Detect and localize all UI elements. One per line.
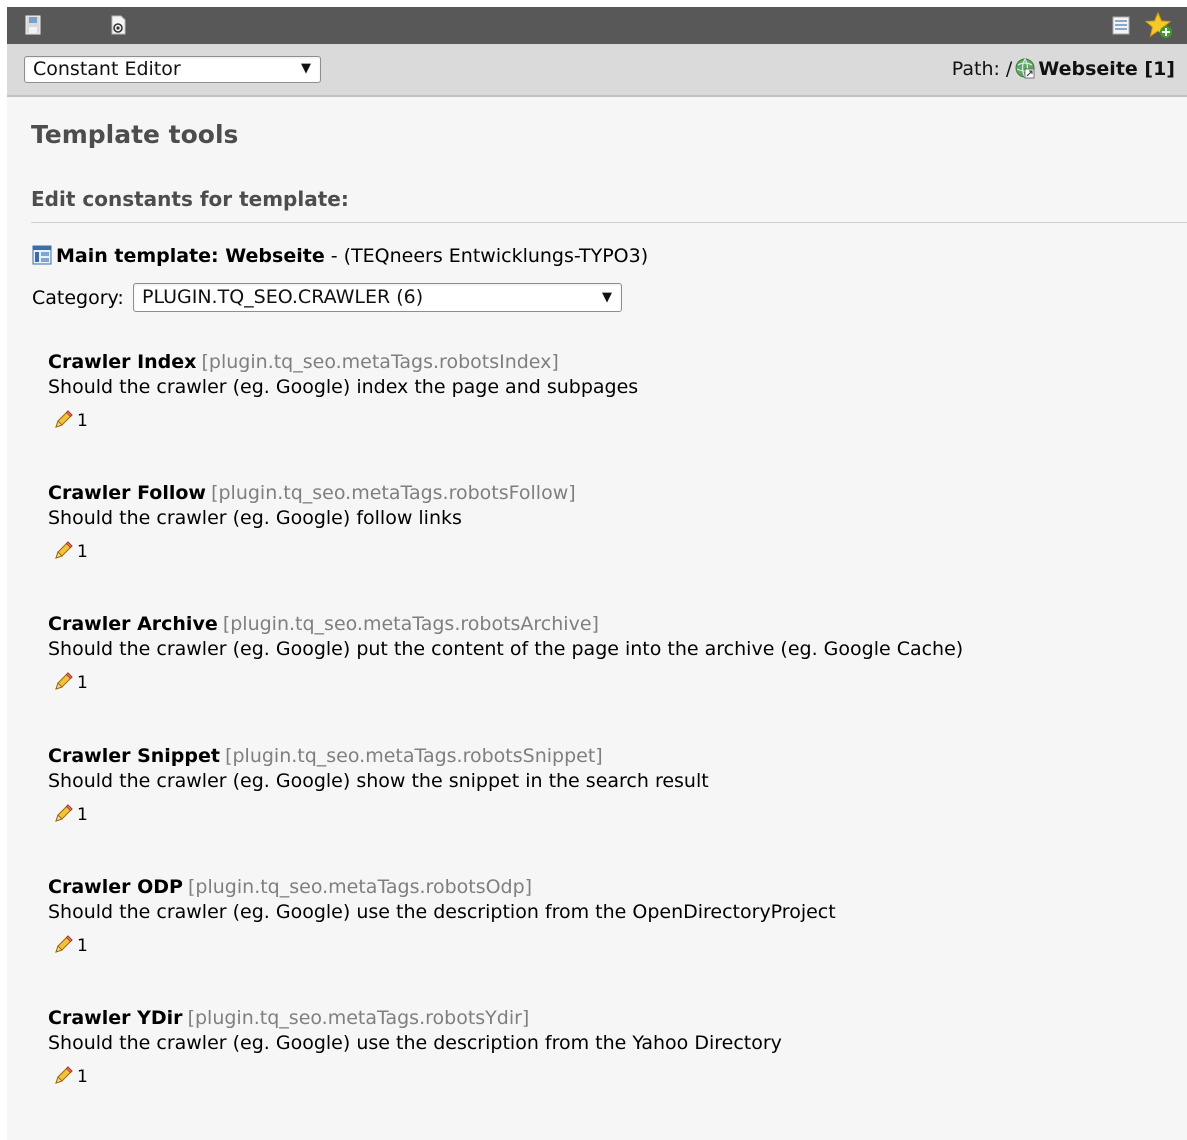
constant-name: Crawler YDir xyxy=(48,1007,183,1029)
constant-item: Crawler YDir [plugin.tq_seo.metaTags.rob… xyxy=(48,1007,782,1087)
constant-key: [plugin.tq_seo.metaTags.robotsSnippet] xyxy=(225,745,603,767)
constant-value-text: 1 xyxy=(77,805,88,825)
constant-name: Crawler Archive xyxy=(48,613,218,635)
constant-item: Crawler Follow [plugin.tq_seo.metaTags.r… xyxy=(48,482,576,562)
constant-description: Should the crawler (eg. Google) use the … xyxy=(48,901,836,923)
constant-description: Should the crawler (eg. Google) index th… xyxy=(48,376,639,398)
constant-description: Should the crawler (eg. Google) put the … xyxy=(48,638,964,660)
pencil-edit-icon[interactable] xyxy=(53,802,75,824)
module-frame: Constant Editor ▼ Path: / Webseite [1] T… xyxy=(7,7,1187,1140)
constant-key: [plugin.tq_seo.metaTags.robotsIndex] xyxy=(201,351,559,373)
constant-name: Crawler ODP xyxy=(48,876,183,898)
breadcrumb: Path: / Webseite [1] xyxy=(952,57,1175,80)
divider xyxy=(31,222,1187,223)
constant-value-text: 1 xyxy=(77,542,88,562)
constant-value-text: 1 xyxy=(77,673,88,693)
template-name: Main template: Webseite xyxy=(56,245,325,267)
constant-item: Crawler Snippet [plugin.tq_seo.metaTags.… xyxy=(48,745,709,825)
constant-description: Should the crawler (eg. Google) follow l… xyxy=(48,507,462,529)
constant-value[interactable]: 1 xyxy=(53,802,709,825)
constant-name: Crawler Follow xyxy=(48,482,206,504)
template-icon xyxy=(32,245,52,265)
constant-value[interactable]: 1 xyxy=(53,1064,782,1087)
template-info: Main template: Webseite - (TEQneers Entw… xyxy=(32,245,648,267)
constant-description: Should the crawler (eg. Google) show the… xyxy=(48,770,709,792)
list-icon[interactable] xyxy=(1109,13,1133,37)
doc-header: Constant Editor ▼ Path: / Webseite [1] xyxy=(7,44,1187,97)
constant-key: [plugin.tq_seo.metaTags.robotsOdp] xyxy=(188,876,533,898)
function-select-value: Constant Editor xyxy=(33,58,181,80)
category-select[interactable]: PLUGIN.TQ_SEO.CRAWLER (6) ▼ xyxy=(133,283,622,312)
constant-value[interactable]: 1 xyxy=(53,933,836,956)
dropdown-arrow-icon: ▼ xyxy=(602,290,612,305)
constant-value-text: 1 xyxy=(77,936,88,956)
pencil-edit-icon[interactable] xyxy=(53,933,75,955)
constant-name: Crawler Snippet xyxy=(48,745,220,767)
top-toolbar xyxy=(7,7,1187,44)
page-title: Template tools xyxy=(31,120,239,149)
constant-value[interactable]: 1 xyxy=(53,539,576,562)
category-select-value: PLUGIN.TQ_SEO.CRAWLER (6) xyxy=(142,286,424,308)
add-bookmark-star-icon[interactable] xyxy=(1145,11,1173,39)
pencil-edit-icon[interactable] xyxy=(53,670,75,692)
constant-item: Crawler Archive [plugin.tq_seo.metaTags.… xyxy=(48,613,963,693)
globe-page-icon xyxy=(1015,58,1035,79)
pencil-edit-icon[interactable] xyxy=(53,1064,75,1086)
function-select[interactable]: Constant Editor ▼ xyxy=(24,56,321,83)
pencil-edit-icon[interactable] xyxy=(53,408,75,430)
pencil-edit-icon[interactable] xyxy=(53,539,75,561)
constant-item: Crawler Index [plugin.tq_seo.metaTags.ro… xyxy=(48,351,638,431)
view-page-icon[interactable] xyxy=(106,13,130,37)
constant-value-text: 1 xyxy=(77,1067,88,1087)
category-label: Category: xyxy=(32,287,124,309)
constant-description: Should the crawler (eg. Google) use the … xyxy=(48,1032,782,1054)
constant-key: [plugin.tq_seo.metaTags.robotsYdir] xyxy=(187,1007,530,1029)
save-icon[interactable] xyxy=(21,13,45,37)
dropdown-arrow-icon: ▼ xyxy=(301,61,311,76)
path-page-link[interactable]: Webseite [1] xyxy=(1038,58,1175,80)
constant-key: [plugin.tq_seo.metaTags.robotsArchive] xyxy=(222,613,599,635)
constant-value[interactable]: 1 xyxy=(53,670,963,693)
constant-value-text: 1 xyxy=(77,411,88,431)
path-label: Path: / xyxy=(951,58,1013,80)
constant-value[interactable]: 1 xyxy=(53,408,638,431)
constant-key: [plugin.tq_seo.metaTags.robotsFollow] xyxy=(211,482,576,504)
section-heading: Edit constants for template: xyxy=(31,187,349,211)
constant-item: Crawler ODP [plugin.tq_seo.metaTags.robo… xyxy=(48,876,836,956)
template-suffix: - (TEQneers Entwicklungs-TYPO3) xyxy=(324,245,649,267)
constant-name: Crawler Index xyxy=(48,351,197,373)
